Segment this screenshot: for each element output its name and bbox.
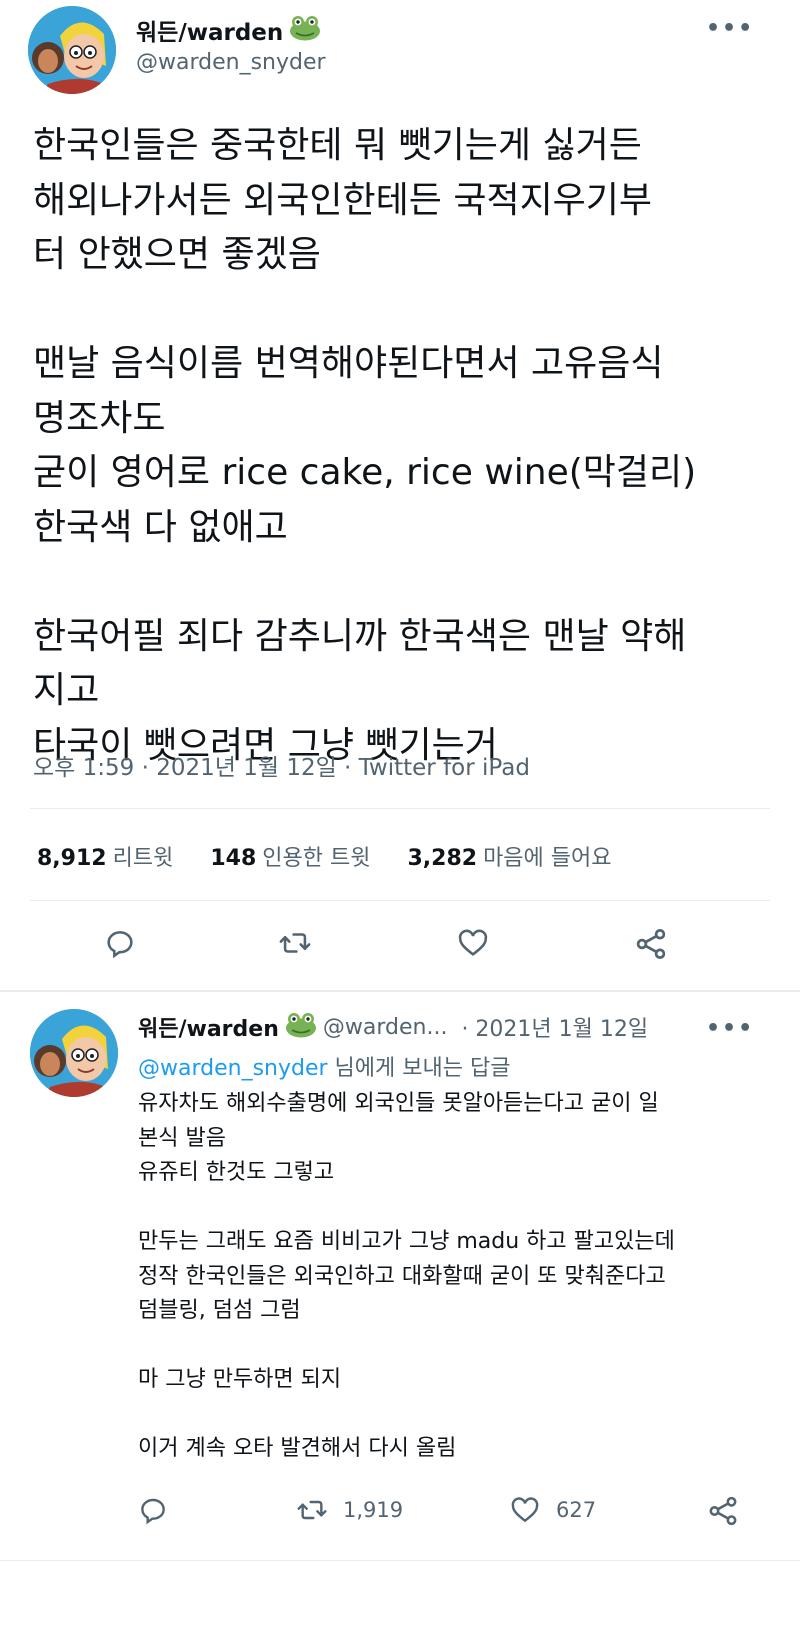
reply-icon[interactable] xyxy=(137,1494,169,1526)
reply-icon[interactable] xyxy=(103,926,137,960)
heart-icon[interactable] xyxy=(455,926,491,960)
share-icon[interactable] xyxy=(633,926,669,962)
retweet-label: 리트윗 xyxy=(112,846,174,871)
replying-to-suffix: 님에게 보내는 답글 xyxy=(327,1056,511,1081)
like-count: 3,282 xyxy=(407,846,478,871)
divider xyxy=(30,900,770,901)
retweet-count: 8,912 xyxy=(37,846,107,871)
like-count[interactable]: 627 xyxy=(556,1498,596,1522)
frog-emoji-icon xyxy=(285,1012,317,1042)
reply-handle[interactable]: @warden... xyxy=(323,1015,448,1040)
retweet-icon[interactable] xyxy=(277,926,313,960)
divider xyxy=(0,1560,800,1561)
more-options-button[interactable]: ••• xyxy=(706,16,754,41)
frog-emoji-icon xyxy=(289,15,321,45)
reply-avatar[interactable] xyxy=(30,1009,118,1097)
tweet-text: 한국인들은 중국한테 뭐 뺏기는게 싫거든 해외나가서든 외국인한테든 국적지우… xyxy=(33,125,697,766)
author-handle[interactable]: @warden_snyder xyxy=(136,50,326,75)
heart-icon[interactable] xyxy=(508,1494,542,1526)
quote-count: 148 xyxy=(210,846,257,871)
reply-more-options-button[interactable]: ••• xyxy=(706,1016,754,1041)
share-icon[interactable] xyxy=(706,1494,740,1528)
retweet-icon[interactable] xyxy=(295,1494,329,1526)
quote-label: 인용한 트윗 xyxy=(262,846,371,871)
display-name[interactable]: 워든/warden xyxy=(136,13,283,47)
retweet-stat[interactable]: 8,912 리트윗 xyxy=(37,840,173,872)
reply-header: 워든/warden @warden... · 2021년 1월 12일 xyxy=(138,1010,648,1044)
reply-text: 유자차도 해외수출명에 외국인들 못알아듣는다고 굳이 일 본식 발음 유쥬티 … xyxy=(138,1091,675,1461)
replying-to: @warden_snyder 님에게 보내는 답글 xyxy=(138,1050,510,1082)
quote-stat[interactable]: 148 인용한 트윗 xyxy=(210,840,370,872)
reply-date[interactable]: · 2021년 1월 12일 xyxy=(461,1011,648,1043)
divider xyxy=(0,990,800,992)
replying-to-link[interactable]: @warden_snyder xyxy=(138,1056,328,1081)
avatar[interactable] xyxy=(28,6,116,94)
engagement-stats: 8,912 리트윗 148 인용한 트윗 3,282 마음에 들어요 xyxy=(37,840,642,872)
reply-display-name[interactable]: 워든/warden xyxy=(138,1011,279,1043)
divider xyxy=(30,808,770,809)
like-stat[interactable]: 3,282 마음에 들어요 xyxy=(407,840,611,872)
author-info: 워든/warden @warden_snyder xyxy=(136,14,326,75)
tweet-timestamp[interactable]: 오후 1:59 · 2021년 1월 12일 · Twitter for iPa… xyxy=(33,748,530,782)
like-label: 마음에 들어요 xyxy=(483,846,612,871)
author-name-row[interactable]: 워든/warden xyxy=(136,14,326,46)
retweet-count[interactable]: 1,919 xyxy=(343,1498,403,1522)
